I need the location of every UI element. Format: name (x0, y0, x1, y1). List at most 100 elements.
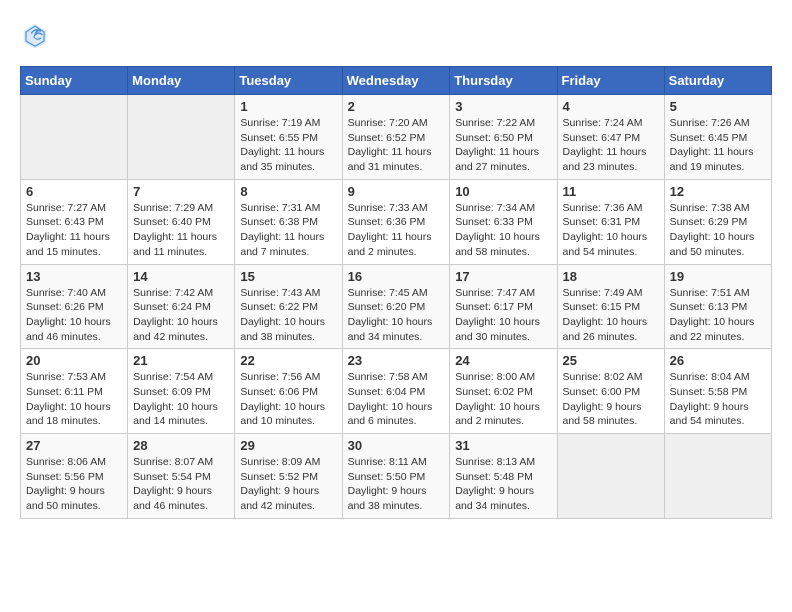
calendar-cell: 30 Sunrise: 8:11 AM Sunset: 5:50 PM Dayli… (342, 434, 450, 519)
day-number: 18 (563, 269, 659, 284)
calendar-table: SundayMondayTuesdayWednesdayThursdayFrid… (20, 66, 772, 519)
day-detail: Sunrise: 7:34 AM Sunset: 6:33 PM Dayligh… (455, 201, 551, 260)
calendar-cell: 7 Sunrise: 7:29 AM Sunset: 6:40 PM Daylig… (128, 179, 235, 264)
day-header-tuesday: Tuesday (235, 67, 342, 95)
day-number: 3 (455, 99, 551, 114)
day-number: 20 (26, 353, 122, 368)
day-detail: Sunrise: 7:26 AM Sunset: 6:45 PM Dayligh… (670, 116, 766, 175)
day-number: 1 (240, 99, 336, 114)
logo-icon (20, 20, 50, 50)
day-header-sunday: Sunday (21, 67, 128, 95)
day-detail: Sunrise: 7:38 AM Sunset: 6:29 PM Dayligh… (670, 201, 766, 260)
calendar-cell: 31Sunrise: 8:13 AM Sunset: 5:48 PM Dayli… (450, 434, 557, 519)
calendar-cell: 10Sunrise: 7:34 AM Sunset: 6:33 PM Dayli… (450, 179, 557, 264)
day-number: 11 (563, 184, 659, 199)
calendar-cell: 29 Sunrise: 8:09 AM Sunset: 5:52 PM Dayli… (235, 434, 342, 519)
day-number: 6 (26, 184, 122, 199)
day-number: 23 (348, 353, 445, 368)
calendar-week-row: 27 Sunrise: 8:06 AM Sunset: 5:56 PM Dayli… (21, 434, 772, 519)
day-number: 21 (133, 353, 229, 368)
calendar-cell: 22 Sunrise: 7:56 AM Sunset: 6:06 PM Dayli… (235, 349, 342, 434)
calendar-cell: 17Sunrise: 7:47 AM Sunset: 6:17 PM Dayli… (450, 264, 557, 349)
day-detail: Sunrise: 7:47 AM Sunset: 6:17 PM Dayligh… (455, 286, 551, 345)
day-detail: Sunrise: 8:02 AM Sunset: 6:00 PM Dayligh… (563, 370, 659, 429)
day-number: 14 (133, 269, 229, 284)
day-number: 15 (240, 269, 336, 284)
day-detail: Sunrise: 8:04 AM Sunset: 5:58 PM Dayligh… (670, 370, 766, 429)
day-header-friday: Friday (557, 67, 664, 95)
day-detail: Sunrise: 7:19 AM Sunset: 6:55 PM Dayligh… (240, 116, 336, 175)
day-detail: Sunrise: 8:09 AM Sunset: 5:52 PM Dayligh… (240, 455, 336, 514)
calendar-cell (21, 95, 128, 180)
day-detail: Sunrise: 7:45 AM Sunset: 6:20 PM Dayligh… (348, 286, 445, 345)
calendar-cell: 23 Sunrise: 7:58 AM Sunset: 6:04 PM Dayli… (342, 349, 450, 434)
day-number: 19 (670, 269, 766, 284)
day-number: 28 (133, 438, 229, 453)
day-detail: Sunrise: 7:40 AM Sunset: 6:26 PM Dayligh… (26, 286, 122, 345)
logo (20, 20, 54, 50)
calendar-cell: 19 Sunrise: 7:51 AM Sunset: 6:13 PM Dayli… (664, 264, 771, 349)
calendar-cell: 16Sunrise: 7:45 AM Sunset: 6:20 PM Dayli… (342, 264, 450, 349)
day-number: 9 (348, 184, 445, 199)
calendar-cell: 6 Sunrise: 7:27 AM Sunset: 6:43 PM Daylig… (21, 179, 128, 264)
calendar-cell: 12 Sunrise: 7:38 AM Sunset: 6:29 PM Dayli… (664, 179, 771, 264)
day-number: 12 (670, 184, 766, 199)
day-detail: Sunrise: 7:56 AM Sunset: 6:06 PM Dayligh… (240, 370, 336, 429)
day-number: 27 (26, 438, 122, 453)
day-detail: Sunrise: 8:00 AM Sunset: 6:02 PM Dayligh… (455, 370, 551, 429)
day-detail: Sunrise: 8:06 AM Sunset: 5:56 PM Dayligh… (26, 455, 122, 514)
day-header-monday: Monday (128, 67, 235, 95)
day-number: 5 (670, 99, 766, 114)
calendar-cell: 15 Sunrise: 7:43 AM Sunset: 6:22 PM Dayli… (235, 264, 342, 349)
calendar-cell: 26 Sunrise: 8:04 AM Sunset: 5:58 PM Dayli… (664, 349, 771, 434)
calendar-cell: 14 Sunrise: 7:42 AM Sunset: 6:24 PM Dayli… (128, 264, 235, 349)
day-number: 22 (240, 353, 336, 368)
day-number: 24 (455, 353, 551, 368)
day-number: 29 (240, 438, 336, 453)
day-number: 26 (670, 353, 766, 368)
day-detail: Sunrise: 8:07 AM Sunset: 5:54 PM Dayligh… (133, 455, 229, 514)
day-detail: Sunrise: 7:51 AM Sunset: 6:13 PM Dayligh… (670, 286, 766, 345)
day-number: 7 (133, 184, 229, 199)
calendar-week-row: 13 Sunrise: 7:40 AM Sunset: 6:26 PM Dayli… (21, 264, 772, 349)
calendar-week-row: 1 Sunrise: 7:19 AM Sunset: 6:55 PM Daylig… (21, 95, 772, 180)
day-detail: Sunrise: 8:11 AM Sunset: 5:50 PM Dayligh… (348, 455, 445, 514)
page-header (20, 20, 772, 50)
day-detail: Sunrise: 7:58 AM Sunset: 6:04 PM Dayligh… (348, 370, 445, 429)
day-detail: Sunrise: 7:24 AM Sunset: 6:47 PM Dayligh… (563, 116, 659, 175)
calendar-cell: 9 Sunrise: 7:33 AM Sunset: 6:36 PM Daylig… (342, 179, 450, 264)
calendar-cell: 8Sunrise: 7:31 AM Sunset: 6:38 PM Daylig… (235, 179, 342, 264)
day-detail: Sunrise: 8:13 AM Sunset: 5:48 PM Dayligh… (455, 455, 551, 514)
day-header-saturday: Saturday (664, 67, 771, 95)
day-detail: Sunrise: 7:49 AM Sunset: 6:15 PM Dayligh… (563, 286, 659, 345)
calendar-cell: 25Sunrise: 8:02 AM Sunset: 6:00 PM Dayli… (557, 349, 664, 434)
day-detail: Sunrise: 7:33 AM Sunset: 6:36 PM Dayligh… (348, 201, 445, 260)
day-header-thursday: Thursday (450, 67, 557, 95)
day-detail: Sunrise: 7:43 AM Sunset: 6:22 PM Dayligh… (240, 286, 336, 345)
day-detail: Sunrise: 7:29 AM Sunset: 6:40 PM Dayligh… (133, 201, 229, 260)
calendar-cell: 27 Sunrise: 8:06 AM Sunset: 5:56 PM Dayli… (21, 434, 128, 519)
calendar-cell: 21 Sunrise: 7:54 AM Sunset: 6:09 PM Dayli… (128, 349, 235, 434)
day-number: 4 (563, 99, 659, 114)
calendar-cell: 4 Sunrise: 7:24 AM Sunset: 6:47 PM Daylig… (557, 95, 664, 180)
calendar-cell: 28 Sunrise: 8:07 AM Sunset: 5:54 PM Dayli… (128, 434, 235, 519)
calendar-week-row: 6 Sunrise: 7:27 AM Sunset: 6:43 PM Daylig… (21, 179, 772, 264)
calendar-cell (664, 434, 771, 519)
day-detail: Sunrise: 7:42 AM Sunset: 6:24 PM Dayligh… (133, 286, 229, 345)
day-detail: Sunrise: 7:27 AM Sunset: 6:43 PM Dayligh… (26, 201, 122, 260)
calendar-cell: 13 Sunrise: 7:40 AM Sunset: 6:26 PM Dayli… (21, 264, 128, 349)
calendar-cell (557, 434, 664, 519)
calendar-cell: 20 Sunrise: 7:53 AM Sunset: 6:11 PM Dayli… (21, 349, 128, 434)
day-detail: Sunrise: 7:53 AM Sunset: 6:11 PM Dayligh… (26, 370, 122, 429)
day-header-wednesday: Wednesday (342, 67, 450, 95)
calendar-cell: 3Sunrise: 7:22 AM Sunset: 6:50 PM Daylig… (450, 95, 557, 180)
calendar-cell: 2Sunrise: 7:20 AM Sunset: 6:52 PM Daylig… (342, 95, 450, 180)
calendar-cell: 1 Sunrise: 7:19 AM Sunset: 6:55 PM Daylig… (235, 95, 342, 180)
day-number: 30 (348, 438, 445, 453)
calendar-cell: 24 Sunrise: 8:00 AM Sunset: 6:02 PM Dayli… (450, 349, 557, 434)
calendar-cell: 5 Sunrise: 7:26 AM Sunset: 6:45 PM Daylig… (664, 95, 771, 180)
day-number: 13 (26, 269, 122, 284)
calendar-header-row: SundayMondayTuesdayWednesdayThursdayFrid… (21, 67, 772, 95)
calendar-cell: 18 Sunrise: 7:49 AM Sunset: 6:15 PM Dayli… (557, 264, 664, 349)
day-detail: Sunrise: 7:54 AM Sunset: 6:09 PM Dayligh… (133, 370, 229, 429)
